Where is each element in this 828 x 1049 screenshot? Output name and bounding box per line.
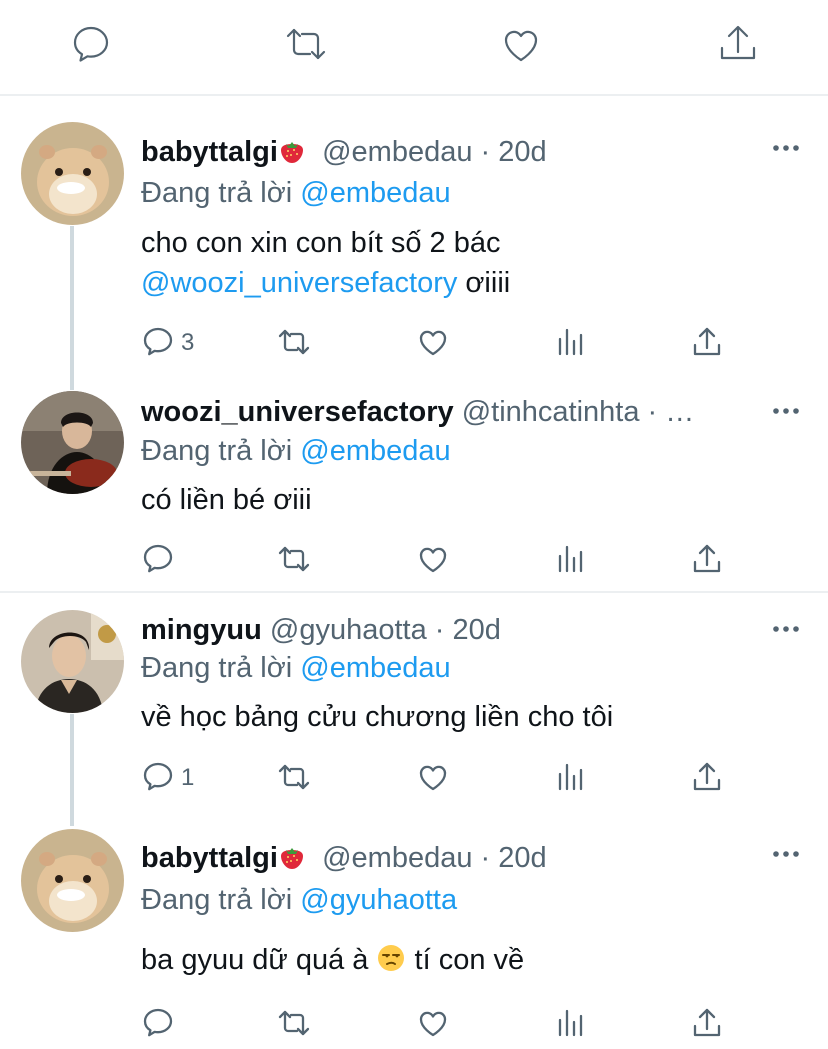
replying-to: Đang trả lời @embedau bbox=[141, 648, 451, 688]
more-options-icon[interactable] bbox=[771, 391, 801, 431]
share-icon[interactable] bbox=[716, 22, 760, 66]
avatar[interactable] bbox=[21, 391, 124, 494]
reply-icon[interactable] bbox=[69, 22, 113, 66]
display-name[interactable]: babyttalgi bbox=[141, 136, 278, 168]
strawberry-emoji-icon bbox=[278, 136, 306, 172]
tweet-text-part: ba gyuu dữ quá à bbox=[141, 944, 377, 976]
tweet-text: cho con xin con bít số 2 bác @woozi_univ… bbox=[141, 223, 791, 303]
tweet-header: babyttalgi @embedau · 20d bbox=[141, 132, 766, 172]
analytics-button[interactable] bbox=[554, 542, 588, 578]
replying-to: Đang trả lời @gyuhaotta bbox=[141, 880, 457, 920]
thread-connector-line bbox=[70, 226, 74, 390]
analytics-button[interactable] bbox=[554, 760, 588, 796]
parent-tweet-action-bar bbox=[0, 0, 828, 94]
handle-and-time[interactable]: @embedau · 20d bbox=[322, 842, 547, 874]
retweet-button[interactable] bbox=[277, 760, 311, 796]
replying-to: Đang trả lời @embedau bbox=[141, 173, 451, 213]
share-button[interactable] bbox=[690, 1006, 724, 1042]
mention-link[interactable]: @woozi_universefactory bbox=[141, 267, 457, 299]
divider bbox=[0, 591, 828, 593]
handle-and-time[interactable]: @gyuhaotta · 20d bbox=[270, 614, 501, 646]
tweet-text: có liền bé ơiii bbox=[141, 484, 312, 516]
replying-to-prefix: Đang trả lời bbox=[141, 884, 293, 916]
tweet-text: ba gyuu dữ quá à tí con về bbox=[141, 940, 791, 984]
tweet-header: mingyuu @gyuhaotta · 20d bbox=[141, 610, 766, 650]
divider bbox=[0, 94, 828, 96]
like-button[interactable] bbox=[416, 760, 450, 796]
handle-and-time[interactable]: @embedau · 20d bbox=[322, 136, 547, 168]
replying-to-prefix: Đang trả lời bbox=[141, 177, 293, 209]
share-button[interactable] bbox=[690, 542, 724, 578]
retweet-button[interactable] bbox=[277, 542, 311, 578]
replying-to: Đang trả lời @embedau bbox=[141, 431, 451, 471]
tweet-text: về học bảng cửu chương liền cho tôi bbox=[141, 701, 614, 733]
retweet-icon[interactable] bbox=[284, 22, 328, 66]
replying-to-prefix: Đang trả lời bbox=[141, 435, 293, 467]
replying-to-mention[interactable]: @embedau bbox=[300, 652, 450, 684]
reply-button[interactable] bbox=[141, 542, 175, 578]
reply-button[interactable]: 1 bbox=[141, 760, 194, 796]
replying-to-prefix: Đang trả lời bbox=[141, 652, 293, 684]
more-options-icon[interactable] bbox=[771, 609, 801, 649]
tweet-header: woozi_universefactory @tinhcatinhta · … bbox=[141, 392, 766, 432]
avatar[interactable] bbox=[21, 122, 124, 225]
share-button[interactable] bbox=[690, 760, 724, 796]
analytics-button[interactable] bbox=[554, 1006, 588, 1042]
like-button[interactable] bbox=[416, 1006, 450, 1042]
reply-count: 1 bbox=[181, 764, 195, 791]
tweet-text-part: cho con xin con bít số 2 bác bbox=[141, 227, 501, 259]
reply-button[interactable] bbox=[141, 1006, 175, 1042]
replying-to-mention[interactable]: @embedau bbox=[300, 435, 450, 467]
retweet-button[interactable] bbox=[277, 325, 311, 361]
strawberry-emoji-icon bbox=[278, 842, 306, 878]
tweet-text-part: tí con về bbox=[406, 944, 525, 976]
like-button[interactable] bbox=[416, 542, 450, 578]
tweet-header: babyttalgi @embedau · 20d bbox=[141, 838, 766, 878]
replying-to-mention[interactable]: @embedau bbox=[300, 177, 450, 209]
more-options-icon[interactable] bbox=[771, 128, 801, 168]
display-name[interactable]: babyttalgi bbox=[141, 842, 278, 874]
reply-button[interactable]: 3 bbox=[141, 325, 194, 361]
display-name[interactable]: woozi_universefactory bbox=[141, 396, 454, 428]
replying-to-mention[interactable]: @gyuhaotta bbox=[300, 884, 457, 916]
avatar[interactable] bbox=[21, 829, 124, 932]
tweet-text-part: ơiiii bbox=[457, 267, 511, 299]
reply-count: 3 bbox=[181, 329, 195, 356]
display-name[interactable]: mingyuu bbox=[141, 614, 262, 646]
share-button[interactable] bbox=[690, 325, 724, 361]
like-button[interactable] bbox=[416, 325, 450, 361]
thread-connector-line bbox=[70, 714, 74, 826]
like-icon[interactable] bbox=[499, 22, 543, 66]
unamused-face-icon bbox=[376, 943, 406, 984]
avatar[interactable] bbox=[21, 610, 124, 713]
handle-and-time[interactable]: @tinhcatinhta · … bbox=[462, 396, 695, 428]
retweet-button[interactable] bbox=[277, 1006, 311, 1042]
more-options-icon[interactable] bbox=[771, 834, 801, 874]
analytics-button[interactable] bbox=[554, 325, 588, 361]
